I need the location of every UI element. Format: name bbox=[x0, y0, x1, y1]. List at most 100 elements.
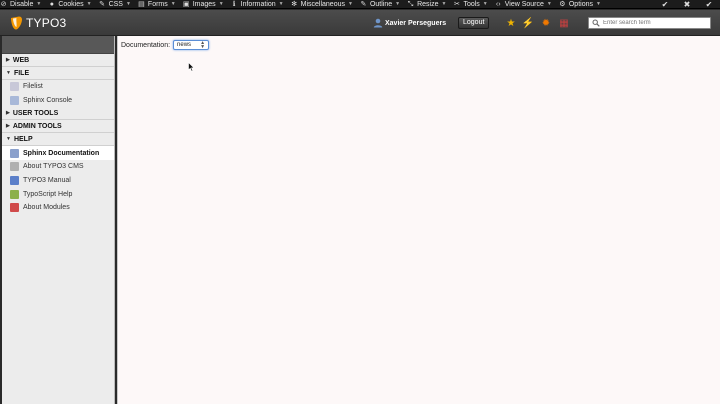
devbar-menu-resize[interactable]: ⤡ Resize ▼ bbox=[407, 0, 447, 8]
devbar-menu-outline[interactable]: ✎ Outline ▼ bbox=[360, 0, 401, 8]
module-group-label: ADMIN TOOLS bbox=[12, 122, 62, 130]
module-groups: ▶ WEB ▼ FILE Filelist Sphinx Console ▶ USER TOO… bbox=[2, 54, 114, 215]
devbar-menu-label: Images bbox=[192, 0, 216, 8]
module-item-label: TYPO3 Manual bbox=[23, 177, 71, 185]
module-group-help[interactable]: ▼ HELP bbox=[2, 133, 114, 147]
module-group-label: WEB bbox=[12, 56, 30, 64]
clear-cache-icon[interactable]: ⚡ bbox=[522, 17, 534, 29]
devbar-menu-label: Disable bbox=[10, 0, 34, 8]
module-item-sphinx-console[interactable]: Sphinx Console bbox=[2, 94, 114, 108]
module-item-filelist[interactable]: Filelist bbox=[2, 80, 114, 94]
documentation-bar: Documentation: news ▲ ▼ bbox=[121, 40, 210, 50]
caret-down-icon: ▼ bbox=[595, 0, 601, 7]
devbar-menu-tools[interactable]: ✂ Tools ▼ bbox=[453, 0, 488, 8]
module-item-sphinx-documentation[interactable]: Sphinx Documentation bbox=[2, 146, 114, 161]
module-menu: ▶ WEB ▼ FILE Filelist Sphinx Console ▶ USER TOO… bbox=[2, 36, 115, 404]
devbar-menu-forms[interactable]: ▤ Forms ▼ bbox=[138, 0, 176, 8]
typo3-logo[interactable]: TYPO3 bbox=[10, 16, 66, 30]
user-menu[interactable]: Xavier Perseguers bbox=[373, 18, 446, 28]
devbar-menu-label: View Source bbox=[504, 0, 544, 8]
module-item-label: About TYPO3 CMS bbox=[23, 163, 84, 171]
module-group-label: FILE bbox=[13, 69, 30, 77]
caret-down-icon: ▼ bbox=[546, 0, 552, 7]
caret-down-icon: ▼ bbox=[441, 0, 447, 7]
search-icon bbox=[592, 19, 600, 27]
typo3-manual-icon bbox=[10, 176, 19, 186]
user-icon bbox=[373, 18, 383, 28]
devbar-right-controls: ✔ ✖ ✔ bbox=[654, 0, 720, 9]
module-item-typo3-manual[interactable]: TYPO3 Manual bbox=[2, 174, 114, 188]
caret-down-icon: ▼ bbox=[395, 0, 401, 7]
devbar-menu-options[interactable]: ⚙ Options ▼ bbox=[559, 0, 601, 8]
devbar-menu-information[interactable]: ℹ Information ▼ bbox=[231, 0, 284, 8]
module-item-about-modules[interactable]: About Modules bbox=[2, 201, 114, 215]
documentation-select-value: news bbox=[177, 42, 192, 48]
caret-down-icon: ▼ bbox=[170, 0, 176, 7]
triangle-right-icon: ▶ bbox=[6, 57, 10, 63]
module-group-web[interactable]: ▶ WEB bbox=[2, 54, 114, 67]
search-input[interactable] bbox=[603, 20, 703, 26]
typoscript-help-icon bbox=[10, 189, 19, 199]
devbar-menu-label: Miscellaneous bbox=[300, 0, 345, 8]
close-icon[interactable]: ✖ bbox=[676, 0, 698, 9]
module-item-label: TypoScript Help bbox=[23, 190, 73, 198]
about-modules-icon bbox=[10, 203, 19, 213]
devbar-menu-label: Outline bbox=[369, 0, 393, 8]
module-item-label: Filelist bbox=[23, 83, 43, 91]
logo-text: TYPO3 bbox=[26, 16, 67, 30]
module-item-typoscript-help[interactable]: TypoScript Help bbox=[2, 187, 114, 201]
content-area: Documentation: news ▲ ▼ bbox=[117, 36, 720, 404]
documentation-label: Documentation: bbox=[121, 41, 171, 49]
devbar-menu-view-source[interactable]: ‹› View Source ▼ bbox=[495, 0, 552, 8]
select-arrows-icon: ▲ ▼ bbox=[200, 40, 206, 50]
module-item-label: Sphinx Console bbox=[23, 97, 73, 105]
devbar-menu-disable[interactable]: ⊘ Disable ▼ bbox=[0, 0, 42, 8]
caret-down-icon: ▼ bbox=[36, 0, 42, 7]
module-item-about-typo3-cms[interactable]: About TYPO3 CMS bbox=[2, 160, 114, 174]
triangle-down-icon: ▼ bbox=[6, 136, 11, 143]
devbar-menu-images[interactable]: ▣ Images ▼ bbox=[182, 0, 224, 8]
module-group-admin-tools[interactable]: ▶ ADMIN TOOLS bbox=[2, 120, 114, 134]
cookies-icon: ● bbox=[49, 0, 54, 8]
caret-down-icon: ▼ bbox=[347, 0, 353, 7]
logout-button[interactable]: Logout bbox=[458, 17, 490, 29]
module-group-user-tools[interactable]: ▶ USER TOOLS bbox=[2, 107, 114, 121]
resize-icon: ⤡ bbox=[407, 0, 414, 8]
caret-down-icon: ▼ bbox=[278, 0, 284, 7]
module-group-label: USER TOOLS bbox=[12, 109, 59, 117]
devbar-menu-cookies[interactable]: ● Cookies ▼ bbox=[48, 0, 92, 8]
sphinx-documentation-icon bbox=[10, 148, 19, 158]
typo3-logo-icon bbox=[11, 16, 22, 30]
caret-down-icon: ▼ bbox=[86, 0, 92, 7]
web-developer-toolbar: ⊘ Disable ▼ ● Cookies ▼ ✎ CSS ▼ ▤ Forms ▼ ▣ Images ▼ ℹ I… bbox=[0, 0, 720, 9]
module-group-file[interactable]: ▼ FILE bbox=[2, 67, 114, 80]
documentation-select[interactable]: news ▲ ▼ bbox=[173, 40, 210, 50]
live-search[interactable] bbox=[588, 17, 711, 29]
devbar-menu-miscellaneous[interactable]: ✻ Miscellaneous ▼ bbox=[291, 0, 353, 8]
css-icon: ✎ bbox=[99, 0, 105, 8]
live-search-icon[interactable]: ▦ bbox=[558, 17, 570, 29]
bookmarks-icon[interactable]: ★ bbox=[505, 17, 517, 29]
devbar-menu-label: Forms bbox=[147, 0, 168, 8]
caret-down-icon: ▼ bbox=[482, 0, 488, 7]
images-icon: ▣ bbox=[182, 0, 190, 8]
devbar-menu-label: Cookies bbox=[58, 0, 84, 8]
options-icon: ⚙ bbox=[559, 0, 566, 8]
confirm-icon[interactable]: ✔ bbox=[698, 0, 720, 9]
module-group-label: HELP bbox=[13, 135, 33, 143]
caret-down-icon: ▼ bbox=[125, 0, 131, 7]
tools-icon: ✂ bbox=[454, 0, 460, 8]
user-name: Xavier Perseguers bbox=[385, 19, 447, 27]
forms-icon: ▤ bbox=[138, 0, 145, 8]
information-icon: ℹ bbox=[232, 0, 236, 8]
miscellaneous-icon: ✻ bbox=[291, 0, 298, 8]
triangle-right-icon: ▶ bbox=[6, 123, 10, 130]
mouse-cursor-icon bbox=[188, 62, 195, 72]
workspace-icon[interactable]: ✹ bbox=[540, 17, 552, 29]
devbar-menu-css[interactable]: ✎ CSS ▼ bbox=[99, 0, 131, 8]
triangle-down-icon: ▼ bbox=[6, 70, 11, 76]
devbar-menu-label: Tools bbox=[463, 0, 480, 8]
typo3-top-bar: TYPO3 Xavier Perseguers Logout ★ ⚡ ✹ ▦ bbox=[0, 10, 720, 36]
validate-icon[interactable]: ✔ bbox=[654, 0, 676, 9]
filelist-icon bbox=[10, 82, 19, 92]
